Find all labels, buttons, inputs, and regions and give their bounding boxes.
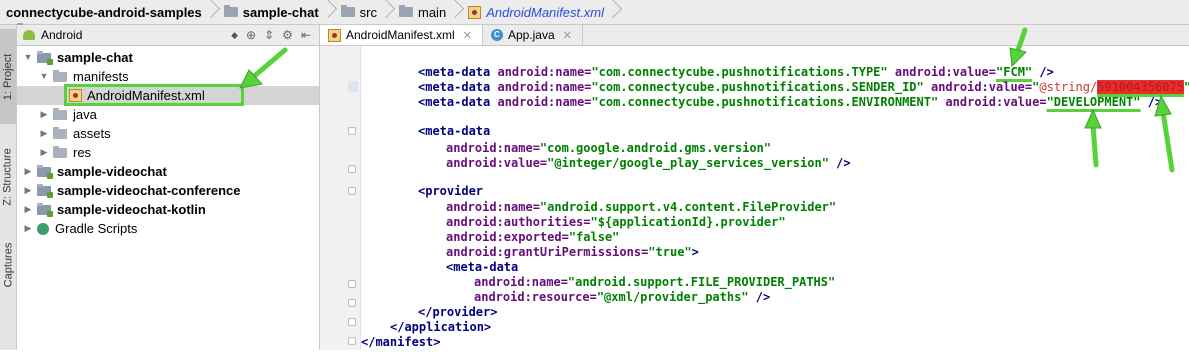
annotation-arrow bbox=[1154, 94, 1175, 173]
annotation-arrow bbox=[1084, 108, 1102, 168]
annotation-arrows bbox=[239, 27, 1175, 173]
annotation-arrow bbox=[1009, 27, 1028, 68]
annotation-arrow bbox=[239, 47, 288, 89]
